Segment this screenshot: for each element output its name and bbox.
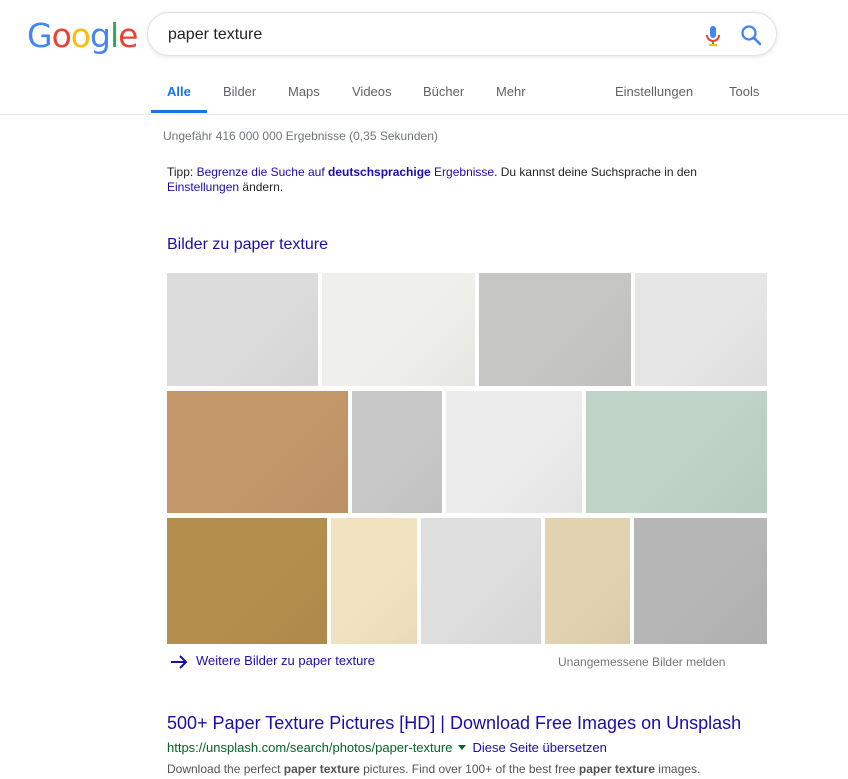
- search-box: [147, 12, 777, 56]
- restrict-language-link[interactable]: Begrenze die Suche auf deutschsprachige …: [197, 165, 495, 179]
- tip-middle: . Du kannst deine Suchsprache in den: [494, 165, 697, 179]
- result-url-text: https://unsplash.com/search/photos/paper…: [167, 740, 453, 755]
- language-tip: Tipp: Begrenze die Suche auf deutschspra…: [167, 165, 767, 195]
- result-title-link[interactable]: 500+ Paper Texture Pictures [HD] | Downl…: [167, 713, 741, 734]
- translate-page-link[interactable]: Diese Seite übersetzen: [472, 740, 606, 755]
- logo-letter: g: [89, 16, 111, 55]
- google-logo[interactable]: Google: [27, 16, 138, 55]
- tab-tools[interactable]: Tools: [729, 84, 759, 99]
- search-input[interactable]: [168, 23, 668, 47]
- logo-letter: G: [27, 16, 53, 55]
- image-thumbnail[interactable]: [331, 518, 417, 644]
- image-thumbnail[interactable]: [167, 391, 348, 513]
- image-thumbnail[interactable]: [479, 273, 631, 386]
- tip-link-text: Begrenze die Suche auf: [196, 165, 329, 179]
- tab-more[interactable]: Mehr: [496, 84, 526, 99]
- tab-videos[interactable]: Videos: [352, 84, 392, 99]
- dropdown-triangle-icon[interactable]: [458, 745, 467, 751]
- snippet-text: pictures. Find over 100+ of the best fre…: [359, 762, 579, 776]
- image-thumbnail[interactable]: [634, 518, 767, 644]
- logo-letter: l: [109, 16, 119, 55]
- tip-prefix: Tipp:: [167, 165, 197, 179]
- snippet-keyword: paper texture: [578, 762, 655, 776]
- more-images-label: Weitere Bilder zu paper texture: [196, 653, 375, 668]
- microphone-icon[interactable]: [703, 24, 723, 48]
- image-thumbnail[interactable]: [421, 518, 541, 644]
- search-tabs: Alle Bilder Maps Videos Bücher Mehr Eins…: [0, 74, 848, 115]
- snippet-text: Download the perfect: [167, 762, 284, 776]
- logo-letter: o: [70, 16, 91, 55]
- images-heading[interactable]: Bilder zu paper texture: [167, 236, 328, 254]
- tip-link-bold: deutschsprachige: [328, 165, 431, 179]
- result-stats: Ungefähr 416 000 000 Ergebnisse (0,35 Se…: [163, 129, 438, 143]
- tip-link-text: Ergebnisse: [430, 165, 495, 179]
- result-url: https://unsplash.com/search/photos/paper…: [167, 740, 607, 755]
- tab-maps[interactable]: Maps: [288, 84, 320, 99]
- image-thumbnail[interactable]: [635, 273, 767, 386]
- report-images-link[interactable]: Unangemessene Bilder melden: [558, 655, 725, 669]
- tab-images[interactable]: Bilder: [223, 84, 256, 99]
- snippet-text: images.: [654, 762, 701, 776]
- search-icon[interactable]: [740, 24, 762, 46]
- settings-link[interactable]: Einstellungen: [167, 180, 239, 194]
- snippet-keyword: paper texture: [283, 762, 360, 776]
- arrow-right-icon: [171, 654, 188, 669]
- image-thumbnail[interactable]: [352, 391, 442, 513]
- tab-all[interactable]: Alle: [167, 84, 191, 99]
- tip-suffix: ändern.: [239, 180, 284, 194]
- more-images-link[interactable]: Weitere Bilder zu paper texture: [170, 653, 375, 669]
- tab-books[interactable]: Bücher: [423, 84, 464, 99]
- image-thumbnail[interactable]: [167, 518, 327, 644]
- active-tab-indicator: [151, 110, 207, 113]
- tab-settings[interactable]: Einstellungen: [615, 84, 693, 99]
- image-thumbnail[interactable]: [446, 391, 582, 513]
- image-thumbnail[interactable]: [586, 391, 767, 513]
- logo-letter: o: [51, 16, 72, 55]
- logo-letter: e: [118, 16, 138, 55]
- image-thumbnail[interactable]: [322, 273, 475, 386]
- image-thumbnail[interactable]: [167, 273, 318, 386]
- image-thumbnail[interactable]: [545, 518, 630, 644]
- result-snippet: Download the perfect paper texture pictu…: [167, 762, 700, 776]
